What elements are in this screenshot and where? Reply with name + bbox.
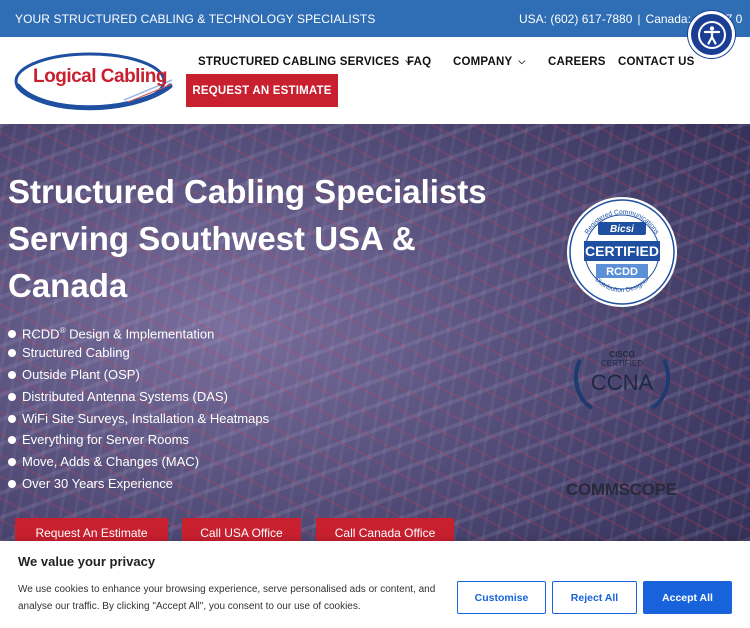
nav-careers[interactable]: CAREERS [548, 56, 606, 68]
hero-title: Structured Cabling Specialists Serving S… [8, 173, 487, 304]
nav-label: CAREERS [548, 56, 606, 68]
nav-label: CONTACT US [618, 56, 695, 68]
services-list: RCDD® Design & Implementation Structured… [8, 321, 269, 496]
bicsi-rcdd: RCDD [606, 266, 638, 278]
ccna-name: CCNA [591, 370, 654, 395]
ccna-seal-icon: CISCO CERTIFIED CCNA [574, 350, 670, 410]
list-item: Over 30 Years Experience [8, 474, 269, 496]
bicsi-seal-icon: Registered Communications Distribution D… [567, 197, 677, 307]
top-bar: YOUR STRUCTURED CABLING & TECHNOLOGY SPE… [0, 0, 750, 37]
rcdd-suffix: Design & Implementation [65, 326, 215, 342]
site-header: Logical Cabling STRUCTURED CABLING SERVI… [0, 37, 750, 124]
commscope-logo: COMMSCOPE [566, 480, 677, 499]
ccna-certified: CERTIFIED [601, 359, 643, 368]
rcdd-label: RCDD [22, 326, 60, 342]
ccna-brand: CISCO [609, 350, 634, 359]
cookie-consent-banner: We value your privacy We use cookies to … [0, 541, 750, 628]
list-item: Outside Plant (OSP) [8, 365, 269, 387]
bicsi-brand: Bicsi [610, 224, 634, 235]
cookie-title: We value your privacy [18, 554, 156, 569]
nav-structured-cabling-services[interactable]: STRUCTURED CABLING SERVICES ⌵ [198, 56, 412, 68]
list-item: Structured Cabling [8, 343, 269, 365]
list-item: Everything for Server Rooms [8, 430, 269, 452]
nav-label: STRUCTURED CABLING SERVICES [198, 56, 400, 68]
customise-button[interactable]: Customise [457, 581, 546, 614]
list-item: RCDD® Design & Implementation [8, 321, 269, 343]
nav-label: FAQ [407, 56, 432, 68]
request-estimate-button[interactable]: REQUEST AN ESTIMATE [186, 74, 338, 107]
chevron-down-icon: ⌵ [518, 56, 526, 66]
nav-faq[interactable]: FAQ [407, 56, 431, 68]
accessibility-button[interactable] [688, 11, 735, 58]
logo[interactable]: Logical Cabling [14, 50, 174, 112]
logo-text: Logical Cabling [33, 66, 167, 87]
nav-company[interactable]: COMPANY ⌵ [453, 56, 525, 68]
cookie-text: We use cookies to enhance your browsing … [18, 584, 436, 612]
bicsi-rcdd-badge: Registered Communications Distribution D… [566, 196, 678, 308]
cisco-ccna-badge: CISCO CERTIFIED CCNA [572, 346, 672, 412]
list-item: Move, Adds & Changes (MAC) [8, 452, 269, 474]
list-item: Distributed Antenna Systems (DAS) [8, 387, 269, 409]
usa-phone-link[interactable]: USA: (602) 617-7880 [519, 12, 632, 26]
phone-separator: | [637, 12, 641, 26]
reject-all-button[interactable]: Reject All [552, 581, 637, 614]
nav-label: COMPANY [453, 56, 513, 68]
accessibility-icon [697, 20, 726, 49]
nav-contact-us[interactable]: CONTACT US [618, 56, 695, 68]
bicsi-certified: CERTIFIED [585, 243, 659, 259]
tagline: YOUR STRUCTURED CABLING & TECHNOLOGY SPE… [15, 12, 376, 26]
list-item: WiFi Site Surveys, Installation & Heatma… [8, 409, 269, 431]
accept-all-button[interactable]: Accept All [643, 581, 732, 614]
